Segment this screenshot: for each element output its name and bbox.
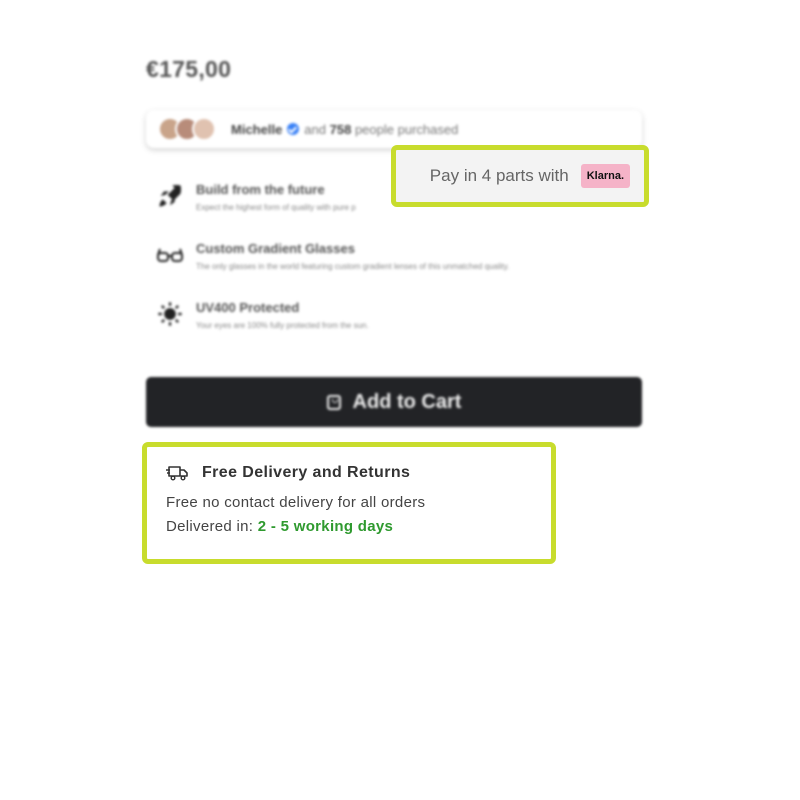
delivery-title: Free Delivery and Returns (202, 464, 411, 481)
feature-item: UV400 Protected Your eyes are 100% fully… (156, 300, 636, 335)
klarna-text: Pay in 4 parts with (429, 166, 569, 185)
glasses-icon (157, 248, 183, 262)
rocket-icon (159, 184, 182, 207)
feature-item: Custom Gradient Glasses The only glasses… (156, 241, 636, 276)
delivery-header: Free Delivery and Returns (166, 464, 532, 482)
feature-list: Build from the future Expect the highest… (156, 182, 636, 359)
sun-icon (158, 302, 182, 326)
add-to-cart-label: Add to Cart (352, 390, 462, 413)
avatar (192, 117, 216, 141)
feature-title: Build from the future (196, 182, 325, 197)
delivery-info-box: Free Delivery and Returns Free no contac… (142, 442, 556, 564)
feature-description: Your eyes are 100% fully protected from … (196, 321, 369, 330)
feature-description: Expect the highest form of quality with … (196, 203, 356, 212)
delivery-time: Delivered in: 2 - 5 working days (166, 518, 532, 535)
klarna-payment-option[interactable]: Pay in 4 parts with Klarna. (391, 145, 649, 207)
buyer-name: Michelle (231, 121, 283, 137)
klarna-logo: Klarna. (580, 164, 630, 188)
add-to-cart-button[interactable]: Add to Cart (146, 377, 642, 427)
avatar-group (158, 117, 216, 141)
delivery-days: 2 - 5 working days (257, 518, 394, 535)
truck-icon (166, 466, 188, 481)
feature-description: The only glasses in the world featuring … (196, 262, 510, 271)
feature-title: UV400 Protected (196, 300, 300, 315)
shopping-bag-icon (326, 394, 341, 410)
delivery-time-prefix: Delivered in: (166, 518, 254, 535)
purchase-count-text: and 758 people purchased (304, 121, 459, 137)
delivery-description: Free no contact delivery for all orders (166, 494, 426, 511)
product-price: €175,00 (146, 56, 232, 82)
feature-title: Custom Gradient Glasses (196, 241, 355, 256)
verified-icon (287, 123, 300, 135)
social-proof-bar: Michelle and 758 people purchased (146, 110, 642, 148)
